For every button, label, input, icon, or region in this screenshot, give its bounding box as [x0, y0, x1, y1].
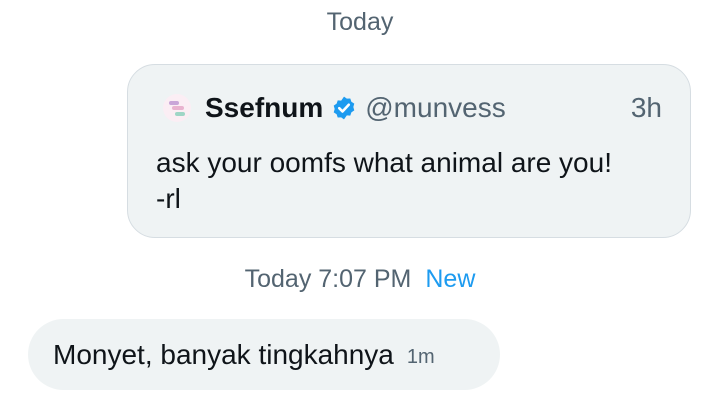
post-time: 3h	[630, 92, 662, 123]
quoted-post-header: Ssefnum @munvess 3h	[163, 89, 662, 127]
message-time: 1m	[406, 345, 435, 368]
quoted-post-text: ask your oomfs what animal are you! -rl	[156, 147, 612, 214]
author-name[interactable]: Ssefnum	[205, 89, 323, 127]
dm-conversation: Today Ssefnum @munvess 3h ask your oomfs…	[0, 0, 720, 416]
author-handle[interactable]: @munvess	[365, 89, 505, 127]
verified-badge-icon	[333, 96, 355, 120]
date-separator: Today	[326, 8, 394, 36]
new-label: New	[425, 265, 476, 293]
received-message-bubble[interactable]: Monyet, banyak tingkahnya 1m	[28, 319, 500, 390]
avatar[interactable]	[163, 94, 191, 122]
message-text: Monyet, banyak tingkahnya	[53, 338, 394, 370]
message-meta: Today 7:07 PM New	[0, 263, 720, 295]
quoted-post-card[interactable]: Ssefnum @munvess 3h ask your oomfs what …	[127, 64, 691, 238]
message-timestamp: Today 7:07 PM	[244, 265, 412, 293]
